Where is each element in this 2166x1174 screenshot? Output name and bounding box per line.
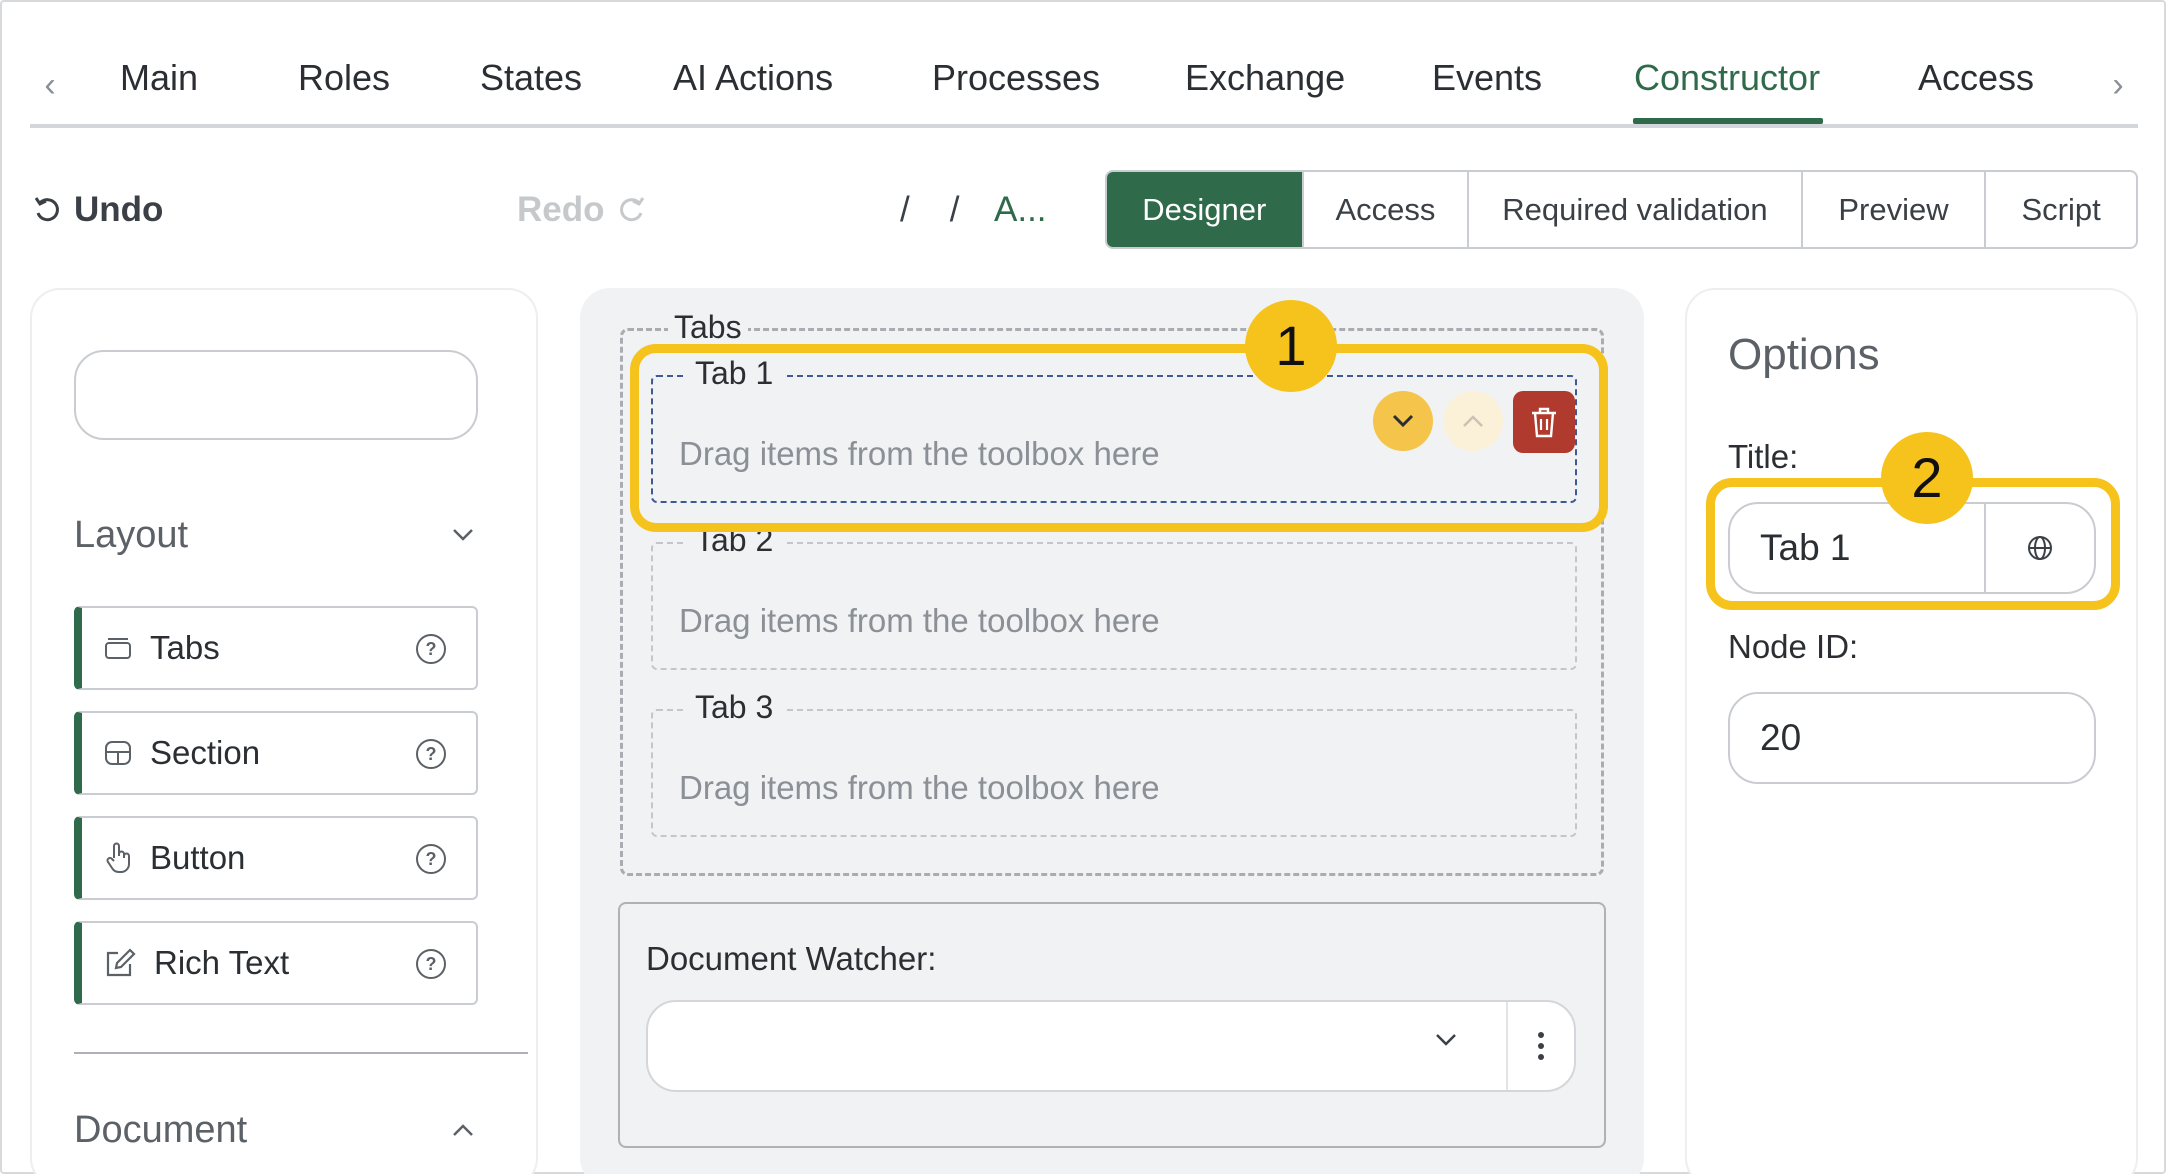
nav-tab-states[interactable]: States xyxy=(480,50,582,124)
more-vertical-icon xyxy=(1538,1032,1544,1060)
mode-access[interactable]: Access xyxy=(1304,172,1470,247)
undo-label: Undo xyxy=(74,190,164,229)
tabs-component[interactable]: Tabs Tab 1 Drag items from the toolbox h… xyxy=(620,309,1604,876)
tab-slot-title: Tab 1 xyxy=(685,355,784,392)
toolbox-item-label: Button xyxy=(150,839,246,876)
more-options-button[interactable] xyxy=(1506,1002,1574,1090)
node-id-label: Node ID: xyxy=(1728,628,1859,665)
redo-label: Redo xyxy=(517,190,605,229)
options-panel: Options Title: Tab 1 Node ID: 20 xyxy=(1685,288,2138,1174)
mode-required-validation[interactable]: Required validation xyxy=(1469,172,1803,247)
section-icon xyxy=(105,741,131,765)
active-tab-indicator xyxy=(1633,118,1823,124)
chevron-down-icon xyxy=(1436,1034,1456,1046)
document-watcher-component[interactable]: Document Watcher: xyxy=(618,902,1606,1148)
translate-button[interactable] xyxy=(1984,504,2094,592)
options-heading: Options xyxy=(1728,330,1880,379)
document-group-label: Document xyxy=(74,1108,248,1151)
chevron-up-icon xyxy=(1463,415,1483,427)
delete-button[interactable] xyxy=(1513,391,1575,453)
nav-tab-ai-actions[interactable]: AI Actions xyxy=(673,50,833,124)
breadcrumb: / / xyxy=(900,188,959,232)
tab-slot-hint: Drag items from the toolbox here xyxy=(679,769,1160,806)
document-watcher-label: Document Watcher: xyxy=(646,940,937,977)
node-id-field[interactable]: 20 xyxy=(1728,692,2096,784)
help-icon[interactable]: ? xyxy=(416,844,446,874)
nav-tab-exchange[interactable]: Exchange xyxy=(1185,50,1345,124)
tab-slot-3[interactable]: Tab 3 Drag items from the toolbox here xyxy=(651,689,1577,837)
trash-icon xyxy=(1532,407,1556,438)
mode-script[interactable]: Script xyxy=(1986,172,2136,247)
tabs-component-label: Tabs xyxy=(668,309,748,346)
help-icon[interactable]: ? xyxy=(416,739,446,769)
nav-tab-events[interactable]: Events xyxy=(1432,50,1542,124)
nav-scroll-left-icon[interactable]: ‹ xyxy=(30,65,70,105)
toolbox-item-label: Tabs xyxy=(150,629,220,666)
tab-slot-title: Tab 2 xyxy=(685,522,784,559)
top-navigation: ‹ Main Roles States AI Actions Processes… xyxy=(30,30,2138,128)
chevron-down-icon xyxy=(453,529,473,541)
title-input[interactable]: Tab 1 xyxy=(1730,527,1984,569)
edit-icon xyxy=(106,948,136,977)
toolbox-item-section[interactable]: Section ? xyxy=(74,711,478,795)
tab-slot-title: Tab 3 xyxy=(685,689,784,726)
redo-button[interactable]: Redo xyxy=(517,188,647,232)
tab-slot-2[interactable]: Tab 2 Drag items from the toolbox here xyxy=(651,522,1577,670)
nav-tab-constructor[interactable]: Constructor xyxy=(1634,50,1820,124)
nav-tab-main[interactable]: Main xyxy=(120,50,198,124)
toolbox-panel: Layout Tabs ? Section ? Button ? Rich Te… xyxy=(30,288,538,1174)
move-down-button[interactable] xyxy=(1373,391,1433,451)
breadcrumb-link[interactable]: A... xyxy=(994,188,1047,232)
breadcrumb-separator: / xyxy=(900,190,910,229)
toolbox-item-label: Rich Text xyxy=(154,944,290,981)
redo-icon xyxy=(619,197,644,222)
toolbox-item-button[interactable]: Button ? xyxy=(74,816,478,900)
toolbox-item-tabs[interactable]: Tabs ? xyxy=(74,606,478,690)
node-id-input[interactable]: 20 xyxy=(1730,717,2094,759)
help-icon[interactable]: ? xyxy=(416,634,446,664)
tabs-icon xyxy=(105,638,131,659)
chevron-up-icon xyxy=(453,1124,473,1136)
nav-scroll-right-icon[interactable]: › xyxy=(2098,65,2138,105)
globe-icon xyxy=(2028,536,2052,560)
breadcrumb-separator: / xyxy=(949,190,960,229)
pointer-hand-icon xyxy=(106,842,130,874)
nav-tab-roles[interactable]: Roles xyxy=(298,50,390,124)
nav-tab-access[interactable]: Access xyxy=(1918,50,2034,124)
callout-badge: 2 xyxy=(1881,432,1973,524)
toolbox-divider xyxy=(74,1052,528,1054)
help-icon[interactable]: ? xyxy=(416,949,446,979)
document-watcher-select[interactable] xyxy=(646,1000,1576,1092)
toolbox-search-input[interactable] xyxy=(74,350,478,440)
editor-mode-switch: Designer Access Required validation Prev… xyxy=(1105,170,2138,249)
nav-tab-processes[interactable]: Processes xyxy=(932,50,1100,124)
chevron-down-icon xyxy=(1392,414,1414,428)
tab-slot-1[interactable]: Tab 1 Drag items from the toolbox here xyxy=(651,355,1577,503)
tab-slot-hint: Drag items from the toolbox here xyxy=(679,602,1160,639)
document-watcher-field[interactable] xyxy=(648,1002,1506,1090)
document-group-header[interactable]: Document xyxy=(74,1105,484,1155)
callout-badge: 1 xyxy=(1245,300,1337,392)
mode-preview[interactable]: Preview xyxy=(1803,172,1987,247)
layout-group-header[interactable]: Layout xyxy=(74,510,484,560)
undo-button[interactable]: Undo xyxy=(32,188,163,232)
mode-designer[interactable]: Designer xyxy=(1107,172,1304,247)
designer-canvas: Tabs Tab 1 Drag items from the toolbox h… xyxy=(580,288,1644,1174)
toolbox-item-label: Section xyxy=(150,734,261,771)
move-up-button[interactable] xyxy=(1443,391,1503,451)
toolbox-item-rich-text[interactable]: Rich Text ? xyxy=(74,921,478,1005)
title-label: Title: xyxy=(1728,438,1799,475)
layout-group-label: Layout xyxy=(74,513,189,556)
undo-icon xyxy=(34,197,59,222)
tab-slot-hint: Drag items from the toolbox here xyxy=(679,435,1160,472)
